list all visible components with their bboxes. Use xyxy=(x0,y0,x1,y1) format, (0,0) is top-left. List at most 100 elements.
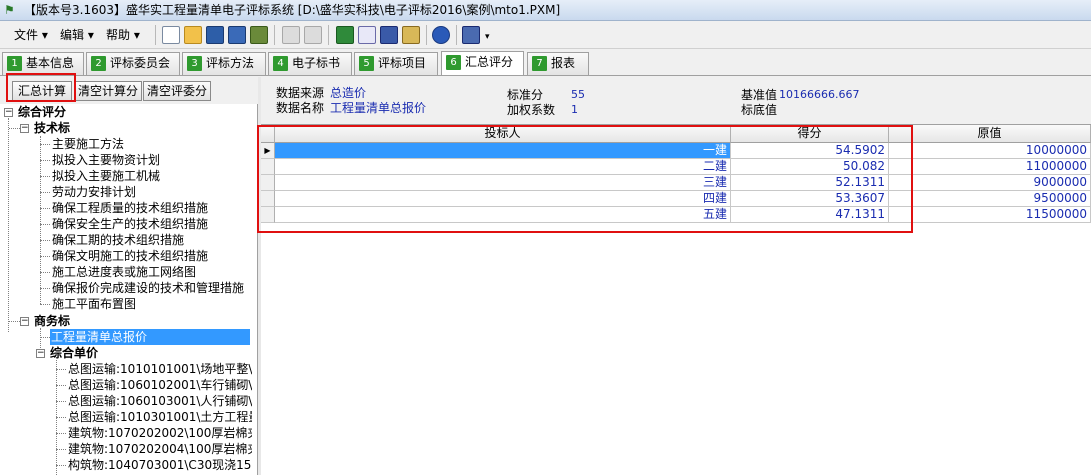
tree-line xyxy=(40,337,50,338)
info-panel: 数据来源 总造价 数据名称 工程量清单总报价 标准分 55 加权系数 1 基准值… xyxy=(261,77,1091,123)
highlight-box-calc xyxy=(6,73,76,102)
copy-icon[interactable] xyxy=(282,26,300,44)
tree-node-unit-price[interactable]: 综合单价 xyxy=(50,345,98,361)
base-value-label: 基准值 xyxy=(741,88,778,102)
tab-e-bid[interactable]: 4 电子标书 xyxy=(268,52,352,75)
floor-value-label: 标底值 xyxy=(741,103,778,117)
tree-item-tech[interactable]: 拟投入主要施工机械 xyxy=(52,168,160,184)
tree-line xyxy=(56,417,66,418)
report-icon[interactable] xyxy=(402,26,420,44)
window-title: 【版本号3.1603】盛华实工程量清单电子评标系统 [D:\盛华实科技\电子评标… xyxy=(24,3,561,17)
toolbar-separator xyxy=(456,25,457,45)
base-value: 10166666.667 xyxy=(779,88,860,101)
tree-item-tech[interactable]: 拟投入主要物资计划 xyxy=(52,152,160,168)
tab-number: 1 xyxy=(7,56,22,71)
tab-number: 4 xyxy=(273,56,288,71)
tab-label: 评标方法 xyxy=(206,56,255,70)
tree-node-tech[interactable]: 技术标 xyxy=(34,120,70,136)
preview-icon[interactable] xyxy=(358,26,376,44)
cell-value[interactable]: 11000000 xyxy=(889,159,1091,175)
tree-line xyxy=(8,118,9,332)
app-icon: ⚑ xyxy=(4,3,15,17)
tab-basic-info[interactable]: 1 基本信息 xyxy=(2,52,84,75)
help-icon[interactable] xyxy=(432,26,450,44)
tree-item-tech[interactable]: 确保工程质量的技术组织措施 xyxy=(52,200,208,216)
tab-label: 报表 xyxy=(551,56,576,70)
tab-label: 汇总评分 xyxy=(465,55,514,69)
tree-node-biz[interactable]: 商务标 xyxy=(34,313,70,329)
new-file-icon[interactable] xyxy=(162,26,180,44)
tree-line xyxy=(40,192,50,193)
tree-item-unit-price[interactable]: 总图运输:1010301001\土方工程量 xyxy=(68,409,252,425)
name-value: 工程量清单总报价 xyxy=(330,101,427,115)
tree-item-unit-price[interactable]: 总图运输:1060102001\车行铺砌\平 xyxy=(68,377,252,393)
clear-eval-button[interactable]: 清空评委分 xyxy=(143,81,211,101)
tree-item-unit-price[interactable]: 构筑物:1040703001\C30现浇150mm xyxy=(68,457,252,473)
collapse-icon[interactable]: − xyxy=(20,124,29,133)
window-icon[interactable] xyxy=(380,26,398,44)
tree-line xyxy=(40,144,50,145)
clear-calc-button[interactable]: 清空计算分 xyxy=(74,81,142,101)
weight-label: 加权系数 xyxy=(507,103,556,117)
tab-report[interactable]: 7 报表 xyxy=(527,52,589,75)
source-value: 总造价 xyxy=(330,86,367,100)
collapse-icon[interactable]: − xyxy=(20,317,29,326)
paste-icon[interactable] xyxy=(304,26,322,44)
tree-item-unit-price[interactable]: 建筑物:1070202004\100厚岩棉夹心 xyxy=(68,441,252,457)
tree-item-tech[interactable]: 确保安全生产的技术组织措施 xyxy=(52,216,208,232)
tab-number: 7 xyxy=(532,56,547,71)
cell-value[interactable]: 10000000 xyxy=(889,143,1091,159)
tree-item-tech[interactable]: 确保文明施工的技术组织措施 xyxy=(52,248,208,264)
export-icon[interactable] xyxy=(250,26,268,44)
tree-item-unit-price[interactable]: 总图运输:1060103001\人行铺砌\平 xyxy=(68,393,252,409)
toolbar-separator xyxy=(274,25,275,45)
tab-number: 2 xyxy=(91,56,106,71)
tab-items[interactable]: 5 评标项目 xyxy=(354,52,438,75)
tree-item-tech[interactable]: 施工平面布置图 xyxy=(52,296,136,312)
tree-line xyxy=(40,304,50,305)
save-as-icon[interactable] xyxy=(228,26,246,44)
collapse-icon[interactable]: − xyxy=(4,108,13,117)
std-score-value: 55 xyxy=(571,88,585,101)
collapse-icon[interactable]: − xyxy=(36,349,45,358)
excel-icon[interactable] xyxy=(336,26,354,44)
menu-edit[interactable]: 编辑 ▾ xyxy=(56,25,98,45)
tree-line xyxy=(40,256,50,257)
tree-item-tech[interactable]: 确保工期的技术组织措施 xyxy=(52,232,184,248)
tab-summary[interactable]: 6 汇总评分 xyxy=(441,51,524,75)
chevron-down-icon[interactable]: ▾ xyxy=(481,27,494,47)
col-header-value[interactable]: 原值 xyxy=(889,125,1091,143)
tree-line xyxy=(40,176,50,177)
menu-help[interactable]: 帮助 ▾ xyxy=(102,25,144,45)
tree-item-tech[interactable]: 施工总进度表或施工网络图 xyxy=(52,264,196,280)
exit-icon[interactable] xyxy=(462,26,480,44)
tree-item-selected[interactable]: 工程量清单总报价 xyxy=(50,329,250,345)
tree-line xyxy=(40,136,41,304)
cell-value[interactable]: 9500000 xyxy=(889,191,1091,207)
open-folder-icon[interactable] xyxy=(184,26,202,44)
main-tabs: 1 基本信息 2 评标委员会 3 评标方法 4 电子标书 5 评标项目 6 汇总评分 7 报表 xyxy=(0,50,1091,76)
tab-number: 5 xyxy=(359,56,374,71)
source-label: 数据来源 xyxy=(276,86,325,100)
tree-item-tech[interactable]: 确保报价完成建设的技术和管理措施 xyxy=(52,280,244,296)
tree-item-unit-price[interactable]: 总图运输:1010101001\场地平整\平 xyxy=(68,361,252,377)
tree-line xyxy=(56,401,66,402)
score-tree[interactable]: − 综合评分 − 技术标 主要施工方法 拟投入主要物资计划 拟投入主要施工机械 劳动力… xyxy=(0,104,258,475)
tab-label: 评标委员会 xyxy=(110,56,171,70)
tree-line xyxy=(56,465,66,466)
tree-item-tech[interactable]: 主要施工方法 xyxy=(52,136,124,152)
menu-file[interactable]: 文件 ▾ xyxy=(10,25,52,45)
name-label: 数据名称 xyxy=(276,101,325,115)
tab-committee[interactable]: 2 评标委员会 xyxy=(86,52,180,75)
tree-line xyxy=(40,288,50,289)
tree-root[interactable]: 综合评分 xyxy=(18,104,66,120)
menu-toolbar-bar: 文件 ▾ 编辑 ▾ 帮助 ▾ ▾ xyxy=(0,21,1091,49)
cell-value[interactable]: 9000000 xyxy=(889,175,1091,191)
save-icon[interactable] xyxy=(206,26,224,44)
cell-value[interactable]: 11500000 xyxy=(889,207,1091,223)
weight-value: 1 xyxy=(571,103,578,116)
tree-item-unit-price[interactable]: 建筑物:1070202002\100厚岩棉夹心 xyxy=(68,425,252,441)
tab-method[interactable]: 3 评标方法 xyxy=(182,52,266,75)
tree-item-tech[interactable]: 劳动力安排计划 xyxy=(52,184,136,200)
tree-line xyxy=(40,328,41,348)
